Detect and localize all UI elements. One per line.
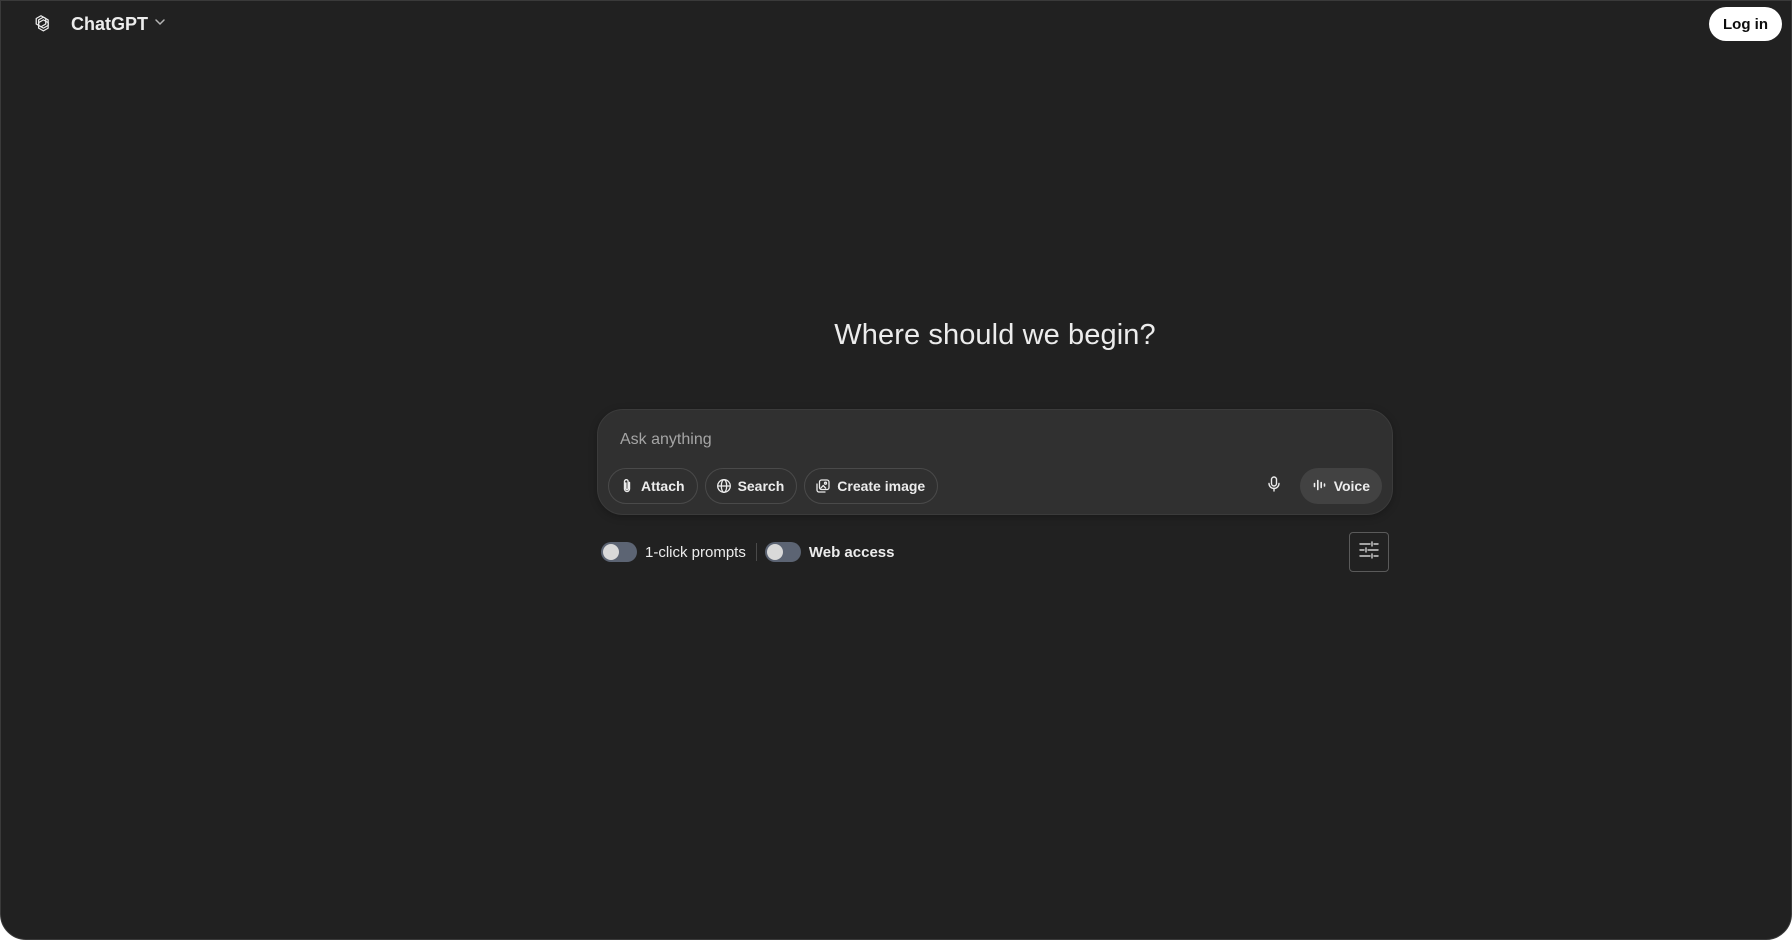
prompt-input[interactable] (618, 424, 1362, 456)
search-label: Search (737, 478, 785, 494)
web-access-label: Web access (808, 543, 895, 561)
attach-button[interactable]: Attach (608, 468, 698, 504)
model-switcher[interactable]: ChatGPT (63, 9, 174, 39)
dictate-button[interactable] (1256, 468, 1292, 504)
image-icon (815, 478, 831, 494)
voice-waveform-icon (1312, 477, 1328, 496)
top-header: ChatGPT Log in (1, 1, 1791, 47)
toggle-knob (603, 544, 619, 560)
attach-label: Attach (641, 478, 685, 494)
composer-tools: Attach Search Create image (608, 468, 939, 504)
voice-mode-button[interactable]: Voice (1299, 468, 1382, 504)
chevron-down-icon (154, 15, 166, 33)
toggle-divider (755, 543, 757, 561)
app-window: ChatGPT Log in Where should we begin? At… (0, 0, 1792, 940)
create-image-label: Create image (837, 478, 926, 494)
model-name: ChatGPT (71, 13, 149, 34)
voice-label: Voice (1333, 478, 1370, 494)
extension-toggle-row: 1-click prompts Web access (601, 541, 894, 563)
extension-settings-button[interactable] (1349, 532, 1389, 572)
toggle-knob (766, 544, 783, 560)
web-access-toggle[interactable] (764, 542, 801, 562)
prompt-composer: Attach Search (597, 409, 1393, 515)
composer-voice-tools: Voice (1256, 468, 1382, 504)
one-click-prompts-label: 1-click prompts (645, 543, 746, 561)
sliders-icon (1358, 539, 1380, 566)
create-image-button[interactable]: Create image (804, 468, 939, 504)
paperclip-icon (619, 478, 635, 494)
microphone-icon (1265, 475, 1283, 498)
openai-logo-icon[interactable] (29, 12, 53, 36)
search-button[interactable]: Search (704, 468, 798, 504)
globe-icon (716, 478, 732, 494)
one-click-prompts-toggle[interactable] (601, 542, 637, 562)
login-button[interactable]: Log in (1709, 7, 1782, 41)
page-headline: Where should we begin? (834, 319, 1156, 351)
